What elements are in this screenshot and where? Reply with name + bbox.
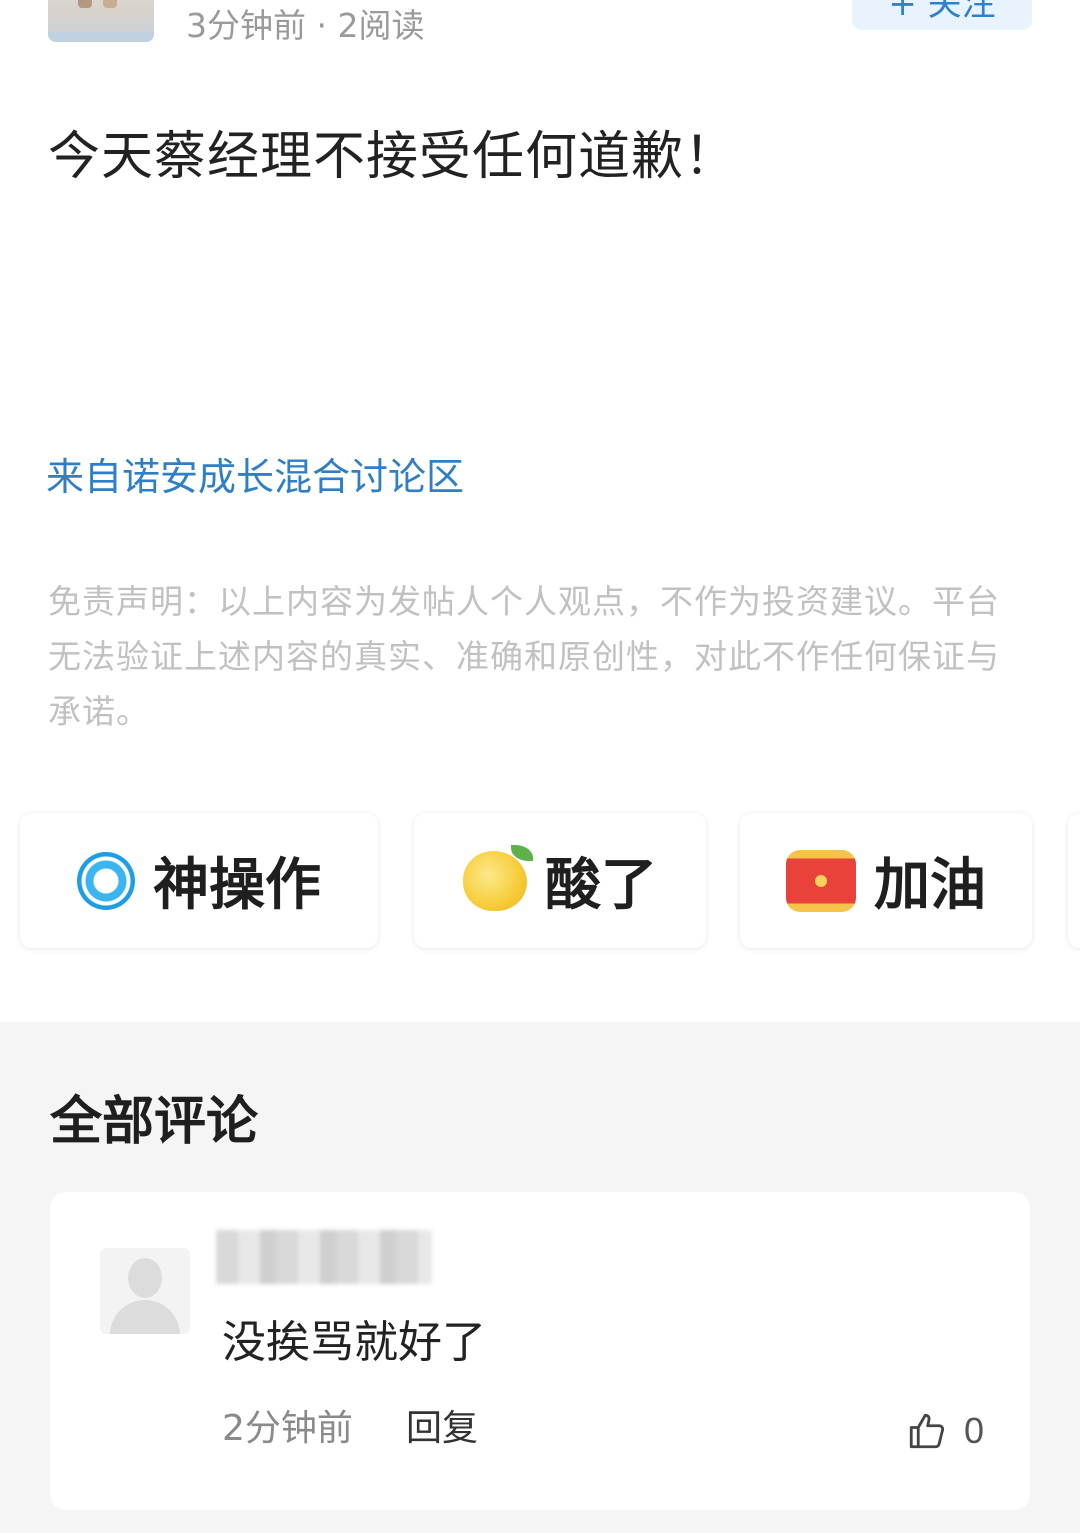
drum-icon: [786, 849, 856, 912]
target-icon: [77, 851, 135, 910]
commenter-name-blurred[interactable]: [216, 1230, 432, 1284]
reaction-label: 神操作: [153, 853, 321, 918]
reaction-button-shen-caozuo[interactable]: 神操作: [20, 813, 378, 948]
comment-time: 2分钟前: [222, 1408, 353, 1449]
reply-button[interactable]: 回复: [406, 1404, 478, 1454]
follow-button[interactable]: + 关注: [852, 0, 1032, 30]
default-avatar-head: [128, 1258, 162, 1298]
disclaimer-text: 免责声明：以上内容为发帖人个人观点，不作为投资建议。平台无法验证上述内容的真实、…: [48, 582, 1000, 731]
reaction-label: 酸了: [545, 853, 657, 918]
reaction-button-jia-you[interactable]: 加油: [740, 813, 1032, 948]
comments-heading: 全部评论: [50, 1092, 259, 1152]
post-title: 今天蔡经理不接受任何道歉！: [48, 127, 738, 187]
like-count: 0: [964, 1410, 985, 1451]
comment-text: 没挨骂就好了: [222, 1317, 486, 1368]
reaction-label: 加油: [874, 853, 986, 918]
author-avatar[interactable]: [48, 0, 154, 42]
commenter-avatar[interactable]: [100, 1248, 190, 1334]
source-forum-link[interactable]: 来自诺安成长混合讨论区: [46, 452, 464, 502]
comments-section: 全部评论 没挨骂就好了 2分钟前 回复 0: [0, 1022, 1080, 1533]
lemon-icon: [463, 844, 533, 911]
avatar-figure: [103, 0, 117, 8]
avatar-background: [48, 32, 154, 42]
post-meta: 3分钟前 · 2阅读: [186, 6, 425, 45]
thumbs-up-icon: [909, 1413, 945, 1449]
avatar-figure: [78, 0, 92, 8]
like-button[interactable]: 0: [906, 1406, 984, 1456]
post-section: 3分钟前 · 2阅读 + 关注 今天蔡经理不接受任何道歉！ 来自诺安成长混合讨论…: [0, 0, 1080, 1022]
comment-card: 没挨骂就好了 2分钟前 回复 0: [50, 1192, 1030, 1510]
reaction-button-more[interactable]: [1068, 813, 1080, 948]
default-avatar-body: [110, 1300, 180, 1334]
reaction-button-suan-le[interactable]: 酸了: [414, 813, 706, 948]
